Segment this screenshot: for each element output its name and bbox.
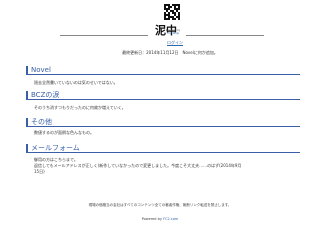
- section-heading-bcz[interactable]: BCZの涙: [26, 91, 300, 100]
- section-text-novel: 過去全然書いていないのは気のせいではない。: [34, 80, 118, 85]
- login-link[interactable]: ログイン: [167, 40, 183, 46]
- footer-powered-link[interactable]: FC2.com: [163, 217, 178, 221]
- section-heading-other[interactable]: その他: [26, 118, 300, 127]
- header-divider-right: [186, 35, 264, 36]
- section-text-mailform: 御用の方はこちらまで。 返信してもメールアドレスが正しく(新作していなかったので…: [34, 157, 284, 175]
- powered-by-link[interactable]: FC2 Ninja: [167, 32, 179, 35]
- section-heading-novel[interactable]: Novel: [26, 66, 300, 75]
- copyright-notice: 現場の価格当の会社はすべてのコンテンツ全ての著者作権、無断リンク転送を禁止します…: [88, 203, 232, 207]
- last-updated-text: 最終更新日：2014年11月12日 Novelに何か追加。: [122, 50, 218, 55]
- powered-by-top: Powered by FC2 Ninja: [160, 29, 186, 35]
- section-text-other: 数値するのが面倒な色んなもの。: [34, 130, 94, 135]
- section-heading-mailform[interactable]: メールフォーム: [26, 144, 300, 153]
- site-header: 泥中 Powered by FC2 Ninja ログイン: [0, 0, 320, 48]
- mailform-line-3: 15日): [34, 169, 45, 174]
- qr-code-icon: [164, 4, 180, 20]
- header-divider-left: [60, 35, 148, 36]
- section-text-bcz: そのうち消すつもりだったのに何故か増えていく。: [34, 105, 126, 110]
- footer-powered-label: Powered by: [141, 217, 162, 221]
- footer-powered-by: Powered by FC2.com: [130, 217, 190, 221]
